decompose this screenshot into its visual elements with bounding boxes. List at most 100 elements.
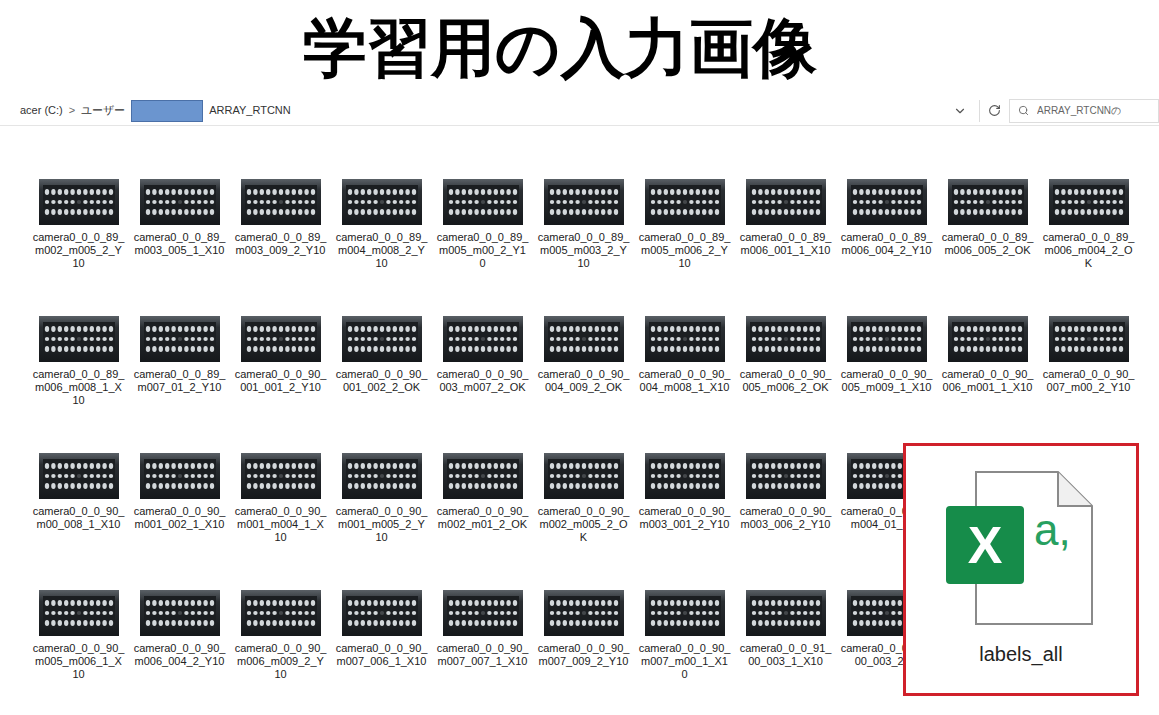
file-item[interactable]: camera0_0_0_90_m002_m01_2_OK bbox=[432, 453, 533, 531]
image-thumbnail-icon bbox=[39, 316, 119, 362]
image-thumbnail-icon bbox=[948, 179, 1028, 225]
file-item[interactable]: camera0_0_0_89_m006_005_2_OK bbox=[937, 179, 1038, 257]
image-thumbnail-icon bbox=[443, 179, 523, 225]
file-item[interactable]: camera0_0_0_90_m007_009_2_Y10 bbox=[533, 590, 634, 668]
file-name: camera0_0_0_90_001_001_2_Y10 bbox=[235, 368, 327, 394]
breadcrumb-item[interactable]: ユーザー bbox=[81, 102, 125, 119]
file-name: camera0_0_0_90_001_002_2_OK bbox=[336, 368, 428, 394]
file-item[interactable]: camera0_0_0_90_m003_001_2_Y10 bbox=[634, 453, 735, 531]
image-thumbnail-icon bbox=[847, 179, 927, 225]
image-thumbnail-icon bbox=[847, 316, 927, 362]
file-name: camera0_0_0_89_m005_m00_2_Y10 bbox=[437, 231, 529, 270]
image-thumbnail-icon bbox=[140, 590, 220, 636]
image-thumbnail-icon bbox=[241, 590, 321, 636]
image-thumbnail-icon bbox=[241, 453, 321, 499]
file-item[interactable]: camera0_0_0_89_m004_m008_2_Y10 bbox=[331, 179, 432, 270]
file-item[interactable]: camera0_0_0_89_m005_m006_2_Y10 bbox=[634, 179, 735, 270]
file-name: camera0_0_0_89_m007_01_2_Y10 bbox=[134, 368, 226, 394]
file-item[interactable]: camera0_0_0_90_001_001_2_Y10 bbox=[230, 316, 331, 394]
file-item[interactable]: camera0_0_0_90_m006_004_2_Y10 bbox=[129, 590, 230, 668]
image-thumbnail-icon bbox=[39, 453, 119, 499]
file-item[interactable]: camera0_0_0_90_003_m007_2_OK bbox=[432, 316, 533, 394]
image-thumbnail-icon bbox=[140, 453, 220, 499]
image-thumbnail-icon bbox=[746, 316, 826, 362]
file-name: camera0_0_0_90_m001_m005_2_Y10 bbox=[336, 505, 428, 544]
file-name: camera0_0_0_90_m003_006_2_Y10 bbox=[740, 505, 832, 531]
image-thumbnail-icon bbox=[544, 453, 624, 499]
file-name: camera0_0_0_90_004_009_2_OK bbox=[538, 368, 630, 394]
file-name: camera0_0_0_89_m005_m006_2_Y10 bbox=[639, 231, 731, 270]
slide-title: 学習用の入力画像 bbox=[0, 0, 1159, 96]
file-name: camera0_0_0_90_m001_002_1_X10 bbox=[134, 505, 226, 531]
file-item[interactable]: camera0_0_0_90_m002_m005_2_OK bbox=[533, 453, 634, 544]
image-thumbnail-icon bbox=[443, 453, 523, 499]
file-item[interactable]: camera0_0_0_90_m001_m005_2_Y10 bbox=[331, 453, 432, 544]
redacted-block bbox=[131, 100, 203, 122]
file-name: camera0_0_0_89_m006_004_2_Y10 bbox=[841, 231, 933, 257]
file-item[interactable]: camera0_0_0_90_006_m001_1_X10 bbox=[937, 316, 1038, 394]
file-name: camera0_0_0_90_m007_m00_1_X10 bbox=[639, 642, 731, 681]
file-name: camera0_0_0_90_m002_m01_2_OK bbox=[437, 505, 529, 531]
file-item[interactable]: camera0_0_0_89_m003_009_2_Y10 bbox=[230, 179, 331, 257]
file-item[interactable]: camera0_0_0_89_m003_005_1_X10 bbox=[129, 179, 230, 257]
file-item[interactable]: camera0_0_0_90_m001_002_1_X10 bbox=[129, 453, 230, 531]
refresh-icon[interactable] bbox=[988, 104, 1001, 117]
image-thumbnail-icon bbox=[746, 453, 826, 499]
dropdown-chevron-icon[interactable] bbox=[953, 104, 967, 118]
file-item[interactable]: camera0_0_0_91_00_003_1_X10 bbox=[735, 590, 836, 668]
file-name: camera0_0_0_89_m006_001_1_X10 bbox=[740, 231, 832, 257]
breadcrumb-item[interactable]: acer (C:) bbox=[20, 102, 63, 119]
file-item[interactable]: camera0_0_0_90_005_m009_1_X10 bbox=[836, 316, 937, 394]
file-item[interactable]: camera0_0_0_90_m005_m006_1_X10 bbox=[28, 590, 129, 681]
file-item[interactable]: camera0_0_0_90_m001_m004_1_X10 bbox=[230, 453, 331, 544]
file-item[interactable]: camera0_0_0_90_m00_008_1_X10 bbox=[28, 453, 129, 531]
file-name: camera0_0_0_89_m004_m008_2_Y10 bbox=[336, 231, 428, 270]
file-item[interactable]: camera0_0_0_90_004_009_2_OK bbox=[533, 316, 634, 394]
address-bar: acer (C:) > ユーザー ARRAY_RTCNN ARRAY_RTCNNの bbox=[0, 96, 1159, 126]
file-item[interactable]: camera0_0_0_90_m007_m00_1_X10 bbox=[634, 590, 735, 681]
image-thumbnail-icon bbox=[544, 179, 624, 225]
image-thumbnail-icon bbox=[948, 316, 1028, 362]
file-item[interactable]: camera0_0_0_89_m006_001_1_X10 bbox=[735, 179, 836, 257]
file-item[interactable]: camera0_0_0_89_m006_004_2_Y10 bbox=[836, 179, 937, 257]
file-name: camera0_0_0_90_005_m006_2_OK bbox=[740, 368, 832, 394]
file-item[interactable]: camera0_0_0_90_004_m008_1_X10 bbox=[634, 316, 735, 394]
file-item[interactable]: camera0_0_0_90_m003_006_2_Y10 bbox=[735, 453, 836, 531]
file-name: camera0_0_0_90_m006_m009_2_Y10 bbox=[235, 642, 327, 681]
file-item[interactable]: camera0_0_0_89_m006_m004_2_OK bbox=[1038, 179, 1139, 270]
file-item[interactable]: camera0_0_0_89_m006_m008_1_X10 bbox=[28, 316, 129, 407]
image-thumbnail-icon bbox=[746, 590, 826, 636]
image-thumbnail-icon bbox=[645, 453, 725, 499]
file-name: camera0_0_0_89_m006_005_2_OK bbox=[942, 231, 1034, 257]
breadcrumb-separator: > bbox=[69, 102, 75, 119]
breadcrumb-item[interactable]: ARRAY_RTCNN bbox=[209, 102, 291, 119]
page: 学習用の入力画像 acer (C:) > ユーザー ARRAY_RTCNN ARRAY_R… bbox=[0, 0, 1159, 715]
file-item[interactable]: camera0_0_0_89_m005_m00_2_Y10 bbox=[432, 179, 533, 270]
highlighted-file[interactable]: Xa,labels_all bbox=[903, 443, 1139, 696]
file-item[interactable]: camera0_0_0_90_007_m00_2_Y10 bbox=[1038, 316, 1139, 394]
image-thumbnail-icon bbox=[645, 590, 725, 636]
breadcrumb[interactable]: acer (C:) > ユーザー ARRAY_RTCNN bbox=[0, 100, 953, 122]
file-item[interactable]: camera0_0_0_89_m007_01_2_Y10 bbox=[129, 316, 230, 394]
file-item[interactable]: camera0_0_0_90_m006_m009_2_Y10 bbox=[230, 590, 331, 681]
file-name: camera0_0_0_89_m002_m005_2_Y10 bbox=[33, 231, 125, 270]
file-item[interactable]: camera0_0_0_90_001_002_2_OK bbox=[331, 316, 432, 394]
file-item[interactable]: camera0_0_0_90_m007_007_1_X10 bbox=[432, 590, 533, 668]
image-thumbnail-icon bbox=[1049, 179, 1129, 225]
file-item[interactable]: camera0_0_0_90_m007_006_1_X10 bbox=[331, 590, 432, 668]
file-item[interactable]: camera0_0_0_89_m002_m005_2_Y10 bbox=[28, 179, 129, 270]
file-name: camera0_0_0_90_006_m001_1_X10 bbox=[942, 368, 1034, 394]
file-name: camera0_0_0_90_007_m00_2_Y10 bbox=[1043, 368, 1135, 394]
image-thumbnail-icon bbox=[342, 590, 422, 636]
image-thumbnail-icon bbox=[39, 179, 119, 225]
search-box[interactable]: ARRAY_RTCNNの bbox=[1009, 99, 1159, 123]
image-thumbnail-icon bbox=[241, 316, 321, 362]
file-name: camera0_0_0_90_m007_007_1_X10 bbox=[437, 642, 529, 668]
file-item[interactable]: camera0_0_0_89_m005_m003_2_Y10 bbox=[533, 179, 634, 270]
image-thumbnail-icon bbox=[645, 179, 725, 225]
image-thumbnail-icon bbox=[645, 316, 725, 362]
image-thumbnail-icon bbox=[342, 453, 422, 499]
file-item[interactable]: camera0_0_0_90_005_m006_2_OK bbox=[735, 316, 836, 394]
file-name: camera0_0_0_90_005_m009_1_X10 bbox=[841, 368, 933, 394]
file-name: camera0_0_0_89_m005_m003_2_Y10 bbox=[538, 231, 630, 270]
